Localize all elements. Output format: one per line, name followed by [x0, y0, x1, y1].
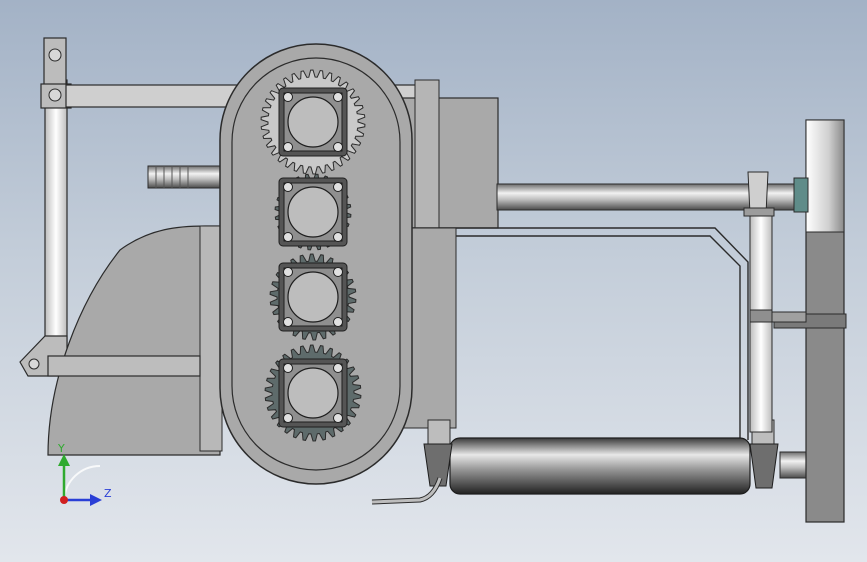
triad-z-arrowhead: [90, 494, 102, 506]
gear-2[interactable]: [274, 173, 352, 251]
shaft-bore: [287, 96, 339, 148]
bolt: [283, 413, 293, 423]
bolt: [283, 232, 293, 242]
lower-roller-axle: [779, 451, 809, 479]
bolt: [283, 142, 293, 152]
gearbox-assembly-drawing[interactable]: Y Z: [0, 0, 867, 562]
shaft-bore: [287, 271, 339, 323]
triad-view-arc: [63, 464, 101, 501]
bolt: [333, 363, 343, 373]
bolt: [333, 142, 343, 152]
bolt: [283, 92, 293, 102]
lower-fan-housing[interactable]: [47, 225, 223, 456]
bolt: [283, 317, 293, 327]
bolt: [333, 182, 343, 192]
bolt: [333, 267, 343, 277]
gear-3[interactable]: [269, 253, 357, 341]
bolt: [283, 267, 293, 277]
left-roller-bracket[interactable]: [423, 419, 453, 487]
bolt: [333, 92, 343, 102]
shaft-bore: [287, 186, 339, 238]
bolt: [333, 413, 343, 423]
cad-viewport[interactable]: Y Z: [0, 0, 867, 562]
lower-roller[interactable]: [449, 437, 751, 495]
rear-housing-block[interactable]: [397, 97, 499, 229]
triad-y-label: Y: [57, 442, 65, 455]
bolt: [283, 363, 293, 373]
bolt: [333, 232, 343, 242]
triad-y-arrowhead: [58, 454, 70, 466]
triad-x-axis-dot: [60, 496, 68, 504]
bolt: [333, 317, 343, 327]
bolt: [283, 182, 293, 192]
input-spline-shaft[interactable]: [147, 165, 224, 189]
triad-z-label: Z: [104, 487, 112, 500]
shaft-bore: [287, 367, 339, 419]
left-link-rod[interactable]: [19, 37, 72, 377]
